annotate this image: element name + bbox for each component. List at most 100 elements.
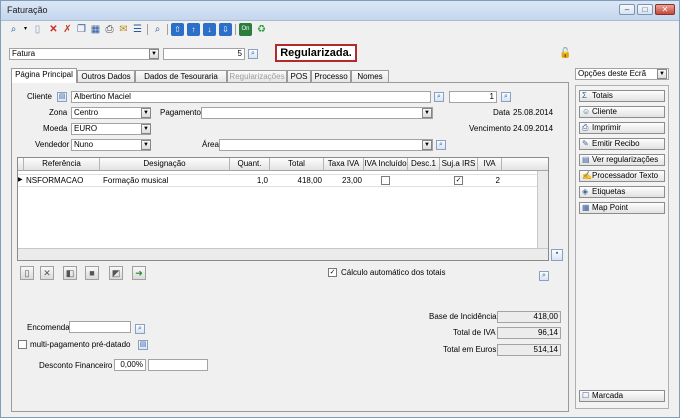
desconto-field[interactable]: 0,00%: [114, 359, 146, 371]
list-icon[interactable]: ☰: [131, 23, 144, 36]
chevron-down-icon[interactable]: ▼: [149, 49, 159, 59]
vertical-scrollbar[interactable]: [537, 171, 548, 248]
vendedor-chevron-down-icon[interactable]: ▼: [141, 140, 151, 150]
col-designacao[interactable]: Designação: [100, 158, 230, 171]
options-select[interactable]: Opções deste Ecrã: [575, 68, 669, 80]
iva-incluido-checkbox[interactable]: [381, 176, 390, 185]
totais-button[interactable]: Σ Totais: [579, 90, 665, 102]
total-euros-label: Total em Euros: [443, 345, 497, 354]
multi-pagamento-checkbox[interactable]: [18, 340, 27, 349]
tab-regularizacoes[interactable]: Regularizações: [227, 70, 287, 82]
cliente-button[interactable]: ☺ Cliente: [579, 106, 665, 118]
cell-designacao[interactable]: Formação musical: [103, 175, 229, 186]
cliente-search-icon[interactable]: ⌕: [434, 92, 444, 102]
area-chevron-down-icon[interactable]: ▼: [422, 140, 432, 150]
col-iva[interactable]: IVA: [478, 158, 502, 171]
cell-quant[interactable]: 1,0: [230, 175, 268, 186]
first-icon[interactable]: ⇧: [171, 23, 184, 36]
desconto-extra-field[interactable]: [148, 359, 208, 371]
delete-icon[interactable]: ✕: [47, 23, 60, 36]
tab-processo[interactable]: Processo: [311, 70, 351, 82]
cliente-number-search-icon[interactable]: ⌕: [501, 92, 511, 102]
encomenda-label: Encomenda: [27, 323, 70, 332]
data-value[interactable]: 25.08.2014: [513, 108, 553, 117]
import-line-icon[interactable]: ◩: [109, 266, 123, 280]
horizontal-scrollbar[interactable]: [18, 248, 548, 260]
cell-total[interactable]: 418,00: [270, 175, 322, 186]
new-icon[interactable]: ▯: [31, 23, 44, 36]
tab-pos[interactable]: POS: [287, 70, 311, 82]
cell-iva[interactable]: 2: [478, 175, 500, 186]
multi-pagamento-label: multi-pagamento pré-datado: [30, 340, 131, 349]
zona-select[interactable]: Centro: [71, 107, 151, 119]
etiquetas-button[interactable]: ◈ Etiquetas: [579, 186, 665, 198]
emitir-recibo-button[interactable]: ✎ Emitir Recibo: [579, 138, 665, 150]
client-card-icon[interactable]: ▤: [57, 92, 67, 102]
new-line-icon[interactable]: ▯: [20, 266, 34, 280]
moeda-chevron-down-icon[interactable]: ▼: [141, 124, 151, 134]
calc-auto-label: Cálculo automático dos totais: [341, 268, 446, 277]
cliente-number-field[interactable]: 1: [449, 91, 497, 103]
calc-options-icon[interactable]: ⌕: [539, 271, 549, 281]
cell-taxa-iva[interactable]: 23,00: [324, 175, 362, 186]
tab-pagina-principal[interactable]: Página Principal: [11, 68, 77, 83]
suj-irs-checkbox[interactable]: ✓: [454, 176, 463, 185]
doc-number-field[interactable]: 5: [163, 48, 245, 60]
multi-pagamento-card-icon[interactable]: ▤: [138, 340, 148, 350]
pagamento-chevron-down-icon[interactable]: ▼: [422, 108, 432, 118]
tab-nomes[interactable]: Nomes: [351, 70, 389, 82]
col-iva-incluido[interactable]: IVA Incluído: [364, 158, 408, 171]
pagamento-select[interactable]: [201, 107, 433, 119]
processador-texto-button[interactable]: ✍Processador Texto: [579, 170, 665, 182]
refresh-icon[interactable]: ♻: [255, 23, 268, 36]
cancel-icon[interactable]: ✗: [61, 23, 74, 36]
marcada-button[interactable]: ☐ Marcada: [579, 390, 665, 402]
export-line-icon[interactable]: ➜: [132, 266, 146, 280]
close-button[interactable]: ✕: [655, 4, 675, 15]
up-icon[interactable]: ↑: [187, 23, 200, 36]
map-point-button[interactable]: ▦ Map Point: [579, 202, 665, 214]
col-desc1[interactable]: Desc.1: [408, 158, 440, 171]
moeda-select[interactable]: EURO: [71, 123, 151, 135]
grid-options-icon[interactable]: ▪: [551, 249, 563, 261]
doc-type-select[interactable]: Fatura: [9, 48, 159, 60]
col-taxa-iva[interactable]: Taxa IVA: [324, 158, 364, 171]
checkbox-icon: ☐: [582, 391, 590, 400]
col-total[interactable]: Total: [270, 158, 324, 171]
cliente-field[interactable]: Albertino Maciel: [71, 91, 431, 103]
down-icon[interactable]: ↓: [203, 23, 216, 36]
col-suj-irs[interactable]: Suj.a IRS: [440, 158, 478, 171]
col-referencia[interactable]: Referência: [24, 158, 100, 171]
doc-search-icon[interactable]: ⌕: [248, 49, 258, 59]
col-quant[interactable]: Quant.: [230, 158, 270, 171]
calculator-icon[interactable]: On: [239, 23, 252, 36]
copy-line-icon[interactable]: ◧: [63, 266, 77, 280]
zona-chevron-down-icon[interactable]: ▼: [141, 108, 151, 118]
maximize-button[interactable]: □: [637, 4, 653, 15]
table-icon[interactable]: ▦: [89, 23, 102, 36]
preview-icon[interactable]: ⌕: [151, 23, 164, 36]
copy-icon[interactable]: ❐: [75, 23, 88, 36]
area-select[interactable]: [219, 139, 433, 151]
encomenda-search-icon[interactable]: ⌕: [135, 324, 145, 334]
text-icon: ✍: [582, 171, 592, 180]
ver-regularizacoes-button[interactable]: ▤ Ver regularizações: [579, 154, 665, 166]
print-icon[interactable]: ⎙: [103, 23, 116, 36]
options-chevron-down-icon[interactable]: ▼: [657, 69, 667, 79]
delete-line-icon[interactable]: ✕: [40, 266, 54, 280]
app-window: Faturação – □ ✕ ⌕ ▾ ▯ ✕ ✗ ❐ ▦ ⎙ ✉ ☰ ⌕ ⇧ …: [0, 0, 680, 418]
imprimir-button[interactable]: ⎙ Imprimir: [579, 122, 665, 134]
tab-dados-tesouraria[interactable]: Dados de Tesouraria: [135, 70, 227, 82]
cell-referencia[interactable]: NSFORMACAO: [26, 175, 100, 186]
minimize-button[interactable]: –: [619, 4, 635, 15]
last-icon[interactable]: ⇩: [219, 23, 232, 36]
items-grid[interactable]: Referência Designação Quant. Total Taxa …: [17, 157, 549, 261]
vencimento-value[interactable]: 24.09.2014: [513, 124, 553, 133]
clear-line-icon[interactable]: ■: [85, 266, 99, 280]
encomenda-field[interactable]: [69, 321, 131, 333]
area-search-icon[interactable]: ⌕: [436, 140, 446, 150]
vendedor-select[interactable]: Nuno: [71, 139, 151, 151]
email-icon[interactable]: ✉: [117, 23, 130, 36]
tab-outros-dados[interactable]: Outros Dados: [77, 70, 135, 82]
calc-auto-checkbox[interactable]: ✓: [328, 268, 337, 277]
